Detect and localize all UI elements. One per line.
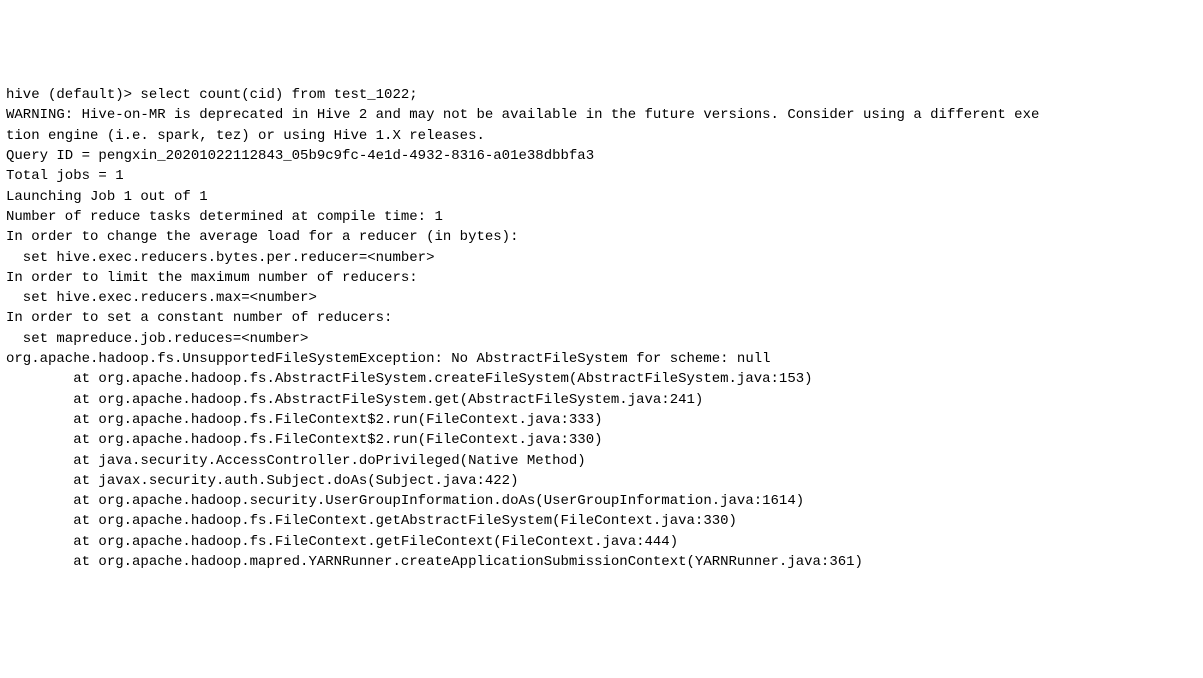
hint-line: In order to limit the maximum number of …	[6, 268, 1197, 288]
hint-set-line: set hive.exec.reducers.bytes.per.reducer…	[6, 248, 1197, 268]
terminal-output: hive (default)> select count(cid) from t…	[6, 85, 1197, 572]
exception-line: org.apache.hadoop.fs.UnsupportedFileSyst…	[6, 349, 1197, 369]
stack-trace-line: at org.apache.hadoop.fs.FileContext$2.ru…	[6, 430, 1197, 450]
stack-trace-line: at javax.security.auth.Subject.doAs(Subj…	[6, 471, 1197, 491]
hint-line: In order to change the average load for …	[6, 227, 1197, 247]
warning-line: WARNING: Hive-on-MR is deprecated in Hiv…	[6, 105, 1197, 125]
warning-line-cont: tion engine (i.e. spark, tez) or using H…	[6, 126, 1197, 146]
stack-trace-line: at org.apache.hadoop.fs.FileContext.getA…	[6, 511, 1197, 531]
total-jobs-line: Total jobs = 1	[6, 166, 1197, 186]
query-id-line: Query ID = pengxin_20201022112843_05b9c9…	[6, 146, 1197, 166]
stack-trace-line: at org.apache.hadoop.fs.AbstractFileSyst…	[6, 369, 1197, 389]
prompt-line[interactable]: hive (default)> select count(cid) from t…	[6, 85, 1197, 105]
hint-line: In order to set a constant number of red…	[6, 308, 1197, 328]
hint-set-line: set hive.exec.reducers.max=<number>	[6, 288, 1197, 308]
stack-trace-line: at org.apache.hadoop.security.UserGroupI…	[6, 491, 1197, 511]
hint-set-line: set mapreduce.job.reduces=<number>	[6, 329, 1197, 349]
stack-trace-line: at org.apache.hadoop.fs.AbstractFileSyst…	[6, 390, 1197, 410]
launch-job-line: Launching Job 1 out of 1	[6, 187, 1197, 207]
stack-trace-line: at java.security.AccessController.doPriv…	[6, 451, 1197, 471]
stack-trace-line: at org.apache.hadoop.fs.FileContext.getF…	[6, 532, 1197, 552]
stack-trace-line: at org.apache.hadoop.fs.FileContext$2.ru…	[6, 410, 1197, 430]
stack-trace-line: at org.apache.hadoop.mapred.YARNRunner.c…	[6, 552, 1197, 572]
reduce-tasks-line: Number of reduce tasks determined at com…	[6, 207, 1197, 227]
